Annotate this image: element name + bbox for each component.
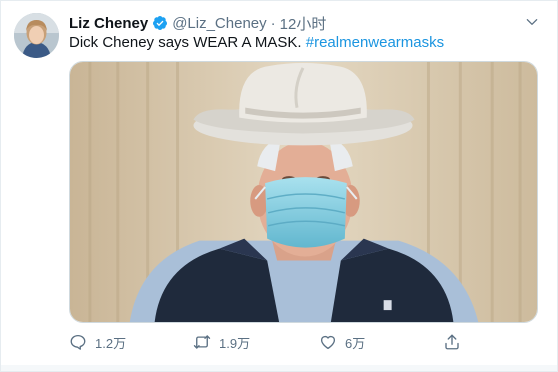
reply-count: 1.2万 xyxy=(95,335,127,351)
heart-icon xyxy=(319,333,337,351)
avatar[interactable] xyxy=(14,13,59,58)
card-bottom-divider xyxy=(1,365,557,371)
tweet-header: Liz Cheney @Liz_Cheney · 12小时 xyxy=(69,13,517,33)
like-button[interactable]: 6万 xyxy=(319,331,365,353)
tweet-text: Dick Cheney says WEAR A MASK. #realmenwe… xyxy=(69,33,537,53)
share-icon xyxy=(443,333,461,351)
author-handle[interactable]: @Liz_Cheney xyxy=(172,15,266,32)
reply-icon xyxy=(69,333,87,351)
retweet-button[interactable]: 1.9万 xyxy=(193,331,250,353)
like-count: 6万 xyxy=(345,335,366,351)
hashtag-link[interactable]: #realmenwearmasks xyxy=(306,34,444,51)
tweet-timestamp[interactable]: 12小时 xyxy=(280,13,327,34)
retweet-count: 1.9万 xyxy=(219,335,251,351)
tweet-text-body: Dick Cheney says WEAR A MASK. xyxy=(69,34,306,51)
tweet-actions: 1.2万 1.9万 6万 xyxy=(69,331,469,353)
author-name[interactable]: Liz Cheney xyxy=(69,15,148,32)
reply-button[interactable]: 1.2万 xyxy=(69,331,126,353)
tweet-photo[interactable] xyxy=(69,61,538,323)
share-button[interactable] xyxy=(443,331,461,353)
tweet-card[interactable]: Liz Cheney @Liz_Cheney · 12小时 Dick Chene… xyxy=(0,0,558,372)
verified-badge-icon xyxy=(152,15,168,31)
chevron-down-icon[interactable] xyxy=(525,15,539,29)
photo-image xyxy=(70,62,537,322)
separator-dot: · xyxy=(270,14,276,32)
retweet-icon xyxy=(193,333,211,351)
avatar-image xyxy=(14,13,59,58)
